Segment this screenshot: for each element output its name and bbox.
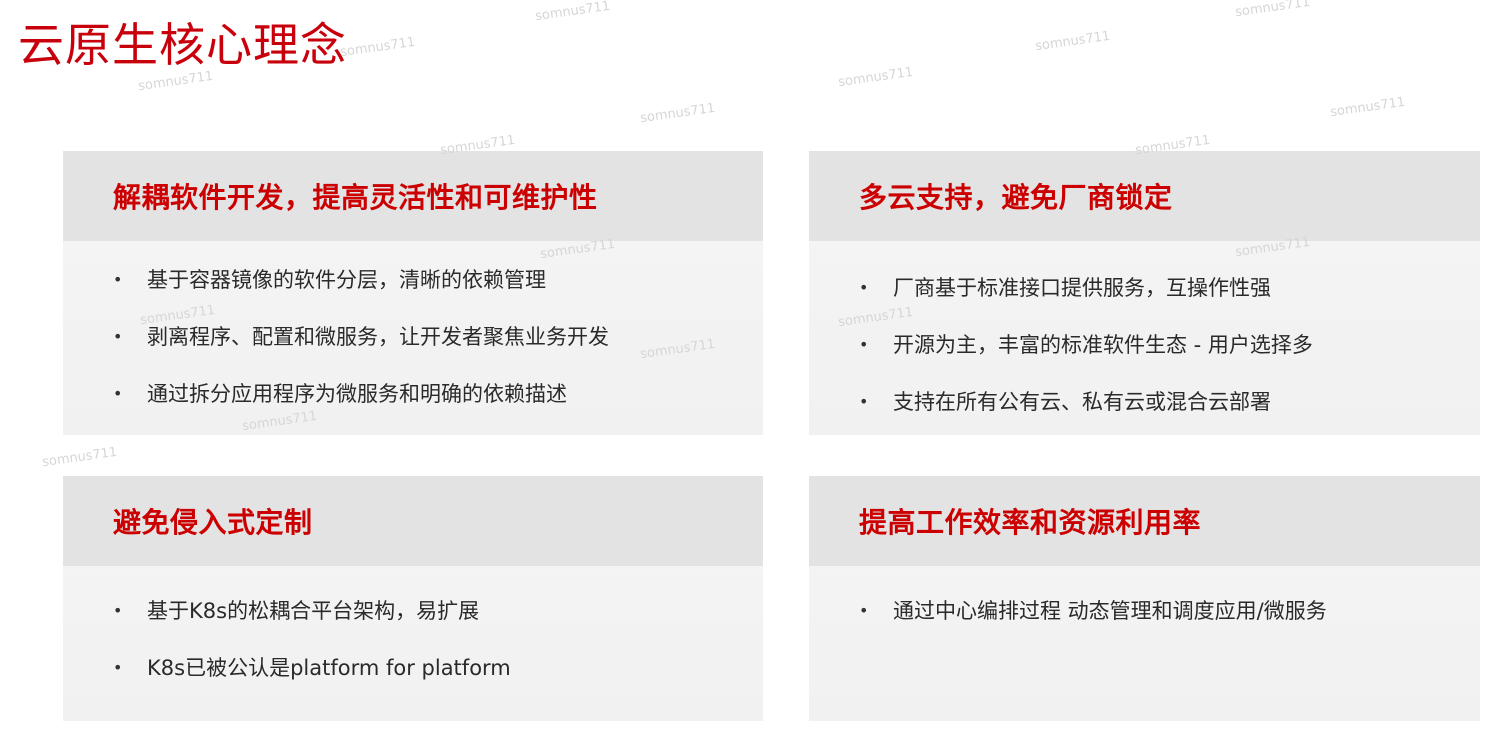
card-non-intrusive: 避免侵入式定制 • 基于K8s的松耦合平台架构，易扩展 • K8s已被公认是plat…	[63, 476, 763, 721]
card-list: • 通过中心编排过程 动态管理和调度应用/微服务	[809, 566, 1480, 651]
list-item-text: 开源为主，丰富的标准软件生态 - 用户选择多	[893, 333, 1313, 357]
list-item: • 剥离程序、配置和微服务，让开发者聚焦业务开发	[113, 320, 763, 377]
list-item-text: 通过中心编排过程 动态管理和调度应用/微服务	[893, 599, 1327, 623]
card-decoupling: 解耦软件开发，提高灵活性和可维护性 • 基于容器镜像的软件分层，清晰的依赖管理 •…	[63, 151, 763, 435]
list-item: • 基于容器镜像的软件分层，清晰的依赖管理	[113, 263, 763, 320]
list-item: • K8s已被公认是platform for platform	[113, 651, 763, 708]
bullet-icon: •	[113, 658, 123, 677]
card-header: 避免侵入式定制	[63, 476, 763, 566]
watermark: somnus711	[534, 0, 612, 25]
watermark: somnus711	[1329, 94, 1407, 121]
card-title: 避免侵入式定制	[113, 506, 313, 539]
list-item-text: 支持在所有公有云、私有云或混合云部署	[893, 390, 1271, 414]
list-item-text: 基于K8s的松耦合平台架构，易扩展	[147, 599, 480, 623]
list-item-text: 厂商基于标准接口提供服务，互操作性强	[893, 276, 1271, 300]
list-item: • 通过中心编排过程 动态管理和调度应用/微服务	[859, 594, 1480, 651]
bullet-icon: •	[859, 335, 869, 354]
watermark: somnus711	[41, 444, 119, 471]
card-list: • 基于容器镜像的软件分层，清晰的依赖管理 • 剥离程序、配置和微服务，让开发者聚焦…	[63, 241, 763, 434]
watermark: somnus711	[339, 34, 417, 61]
list-item-text: K8s已被公认是platform for platform	[147, 656, 511, 680]
card-title: 解耦软件开发，提高灵活性和可维护性	[113, 181, 598, 214]
bullet-icon: •	[113, 384, 123, 403]
card-header: 多云支持，避免厂商锁定	[809, 151, 1480, 241]
card-title: 多云支持，避免厂商锁定	[859, 181, 1173, 214]
bullet-icon: •	[113, 601, 123, 620]
bullet-icon: •	[113, 270, 123, 289]
list-item: • 开源为主，丰富的标准软件生态 - 用户选择多	[859, 328, 1480, 385]
list-item: • 基于K8s的松耦合平台架构，易扩展	[113, 594, 763, 651]
bullet-icon: •	[113, 327, 123, 346]
list-item-text: 剥离程序、配置和微服务，让开发者聚焦业务开发	[147, 325, 609, 349]
bullet-icon: •	[859, 392, 869, 411]
card-multicloud: 多云支持，避免厂商锁定 • 厂商基于标准接口提供服务，互操作性强 • 开源为主，丰富…	[809, 151, 1480, 435]
watermark: somnus711	[837, 64, 915, 91]
card-header: 解耦软件开发，提高灵活性和可维护性	[63, 151, 763, 241]
card-header: 提高工作效率和资源利用率	[809, 476, 1480, 566]
watermark: somnus711	[1234, 0, 1312, 21]
card-title: 提高工作效率和资源利用率	[859, 506, 1202, 539]
bullet-icon: •	[859, 278, 869, 297]
list-item: • 通过拆分应用程序为微服务和明确的依赖描述	[113, 377, 763, 434]
card-efficiency: 提高工作效率和资源利用率 • 通过中心编排过程 动态管理和调度应用/微服务	[809, 476, 1480, 721]
list-item: • 支持在所有公有云、私有云或混合云部署	[859, 385, 1480, 442]
page-title: 云原生核心理念	[18, 18, 347, 72]
card-list: • 厂商基于标准接口提供服务，互操作性强 • 开源为主，丰富的标准软件生态 - 用户…	[809, 241, 1480, 442]
watermark: somnus711	[1034, 28, 1112, 55]
bullet-icon: •	[859, 601, 869, 620]
list-item-text: 通过拆分应用程序为微服务和明确的依赖描述	[147, 382, 567, 406]
watermark: somnus711	[639, 100, 717, 127]
list-item-text: 基于容器镜像的软件分层，清晰的依赖管理	[147, 268, 546, 292]
list-item: • 厂商基于标准接口提供服务，互操作性强	[859, 271, 1480, 328]
card-list: • 基于K8s的松耦合平台架构，易扩展 • K8s已被公认是platform for…	[63, 566, 763, 708]
